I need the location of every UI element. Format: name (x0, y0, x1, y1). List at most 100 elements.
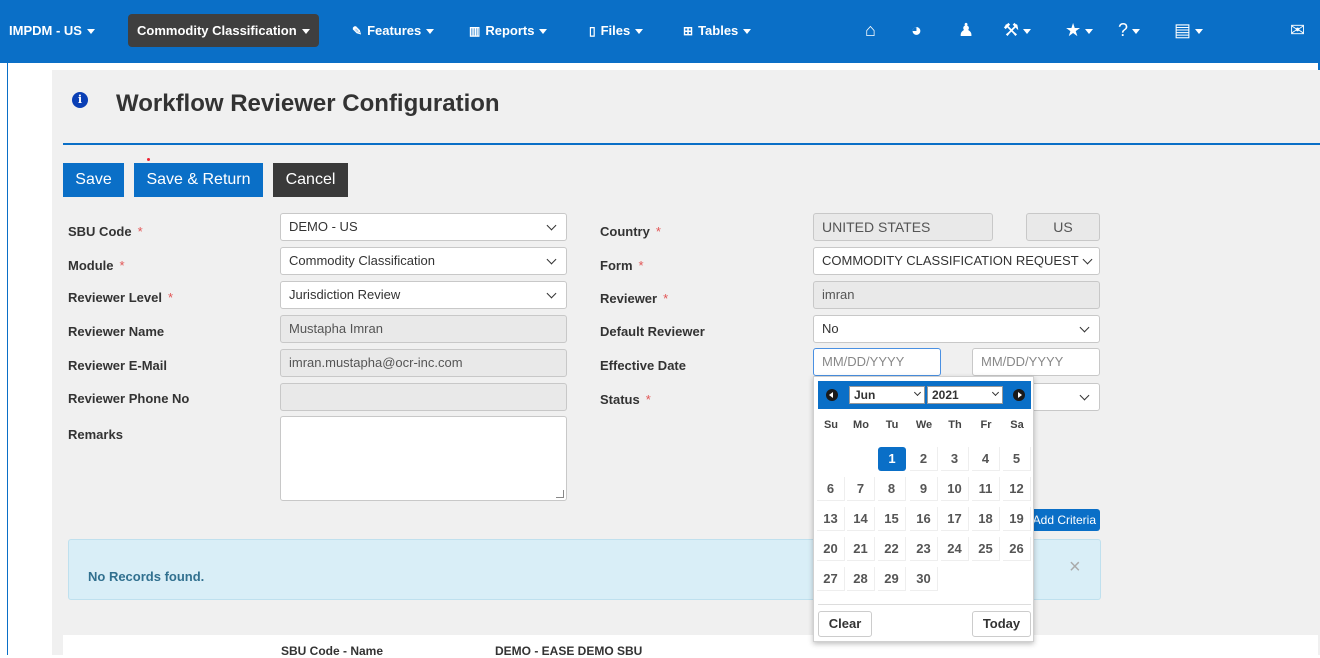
next-month-icon[interactable] (1013, 389, 1025, 401)
month-select[interactable]: Jun (849, 386, 925, 404)
save-button[interactable]: Save (63, 163, 124, 197)
required-mark: * (638, 258, 644, 273)
effective-date-to-input[interactable]: MM/DD/YYYY (972, 348, 1100, 376)
title-divider (63, 143, 1320, 145)
default-reviewer-select[interactable]: No (813, 315, 1100, 343)
weekday-mo: Mo (853, 419, 869, 431)
day-cell-9[interactable]: 9 (910, 477, 938, 501)
reviewer-level-select[interactable]: Jurisdiction Review (280, 281, 567, 309)
caret-down-icon (426, 29, 435, 35)
nav-app-label: IMPDM - US (9, 23, 82, 38)
day-cell-5[interactable]: 5 (1003, 447, 1031, 471)
info-icon[interactable]: i (72, 92, 88, 108)
caret-down-icon (301, 29, 310, 35)
chevron-down-icon (913, 388, 922, 397)
day-cell-18[interactable]: 18 (972, 507, 1000, 531)
day-cell-26[interactable]: 26 (1003, 537, 1031, 561)
caret-down-icon (1132, 28, 1141, 34)
day-cell-13[interactable]: 13 (817, 507, 845, 531)
year-select[interactable]: 2021 (927, 386, 1003, 404)
day-cell-28[interactable]: 28 (847, 567, 875, 591)
day-cell-24[interactable]: 24 (941, 537, 969, 561)
add-criteria-button[interactable]: Add Criteria (1030, 509, 1100, 531)
nav-features[interactable]: ✎ Features (352, 14, 435, 47)
day-cell-21[interactable]: 21 (847, 537, 875, 561)
dashboard-icon[interactable]: ◕ (911, 14, 922, 47)
remarks-textarea[interactable] (280, 416, 567, 501)
save-return-button[interactable]: Save & Return (134, 163, 263, 197)
bar-chart-icon: ▥ (469, 24, 481, 38)
reviewer-field[interactable]: imran (813, 281, 1100, 309)
prev-month-icon[interactable] (826, 389, 838, 401)
form-value: COMMODITY CLASSIFICATION REQUEST (822, 253, 1079, 268)
status-select[interactable] (1030, 383, 1100, 411)
close-icon[interactable]: × (1069, 556, 1081, 579)
day-cell-23[interactable]: 23 (910, 537, 938, 561)
weekday-sa: Sa (1010, 419, 1024, 431)
envelope-icon[interactable]: ✉ (1290, 14, 1305, 47)
status-label-text: Status (600, 392, 640, 407)
cancel-button[interactable]: Cancel (273, 163, 348, 197)
wrench-icon[interactable]: ⚒ (1003, 14, 1032, 47)
day-cell-29[interactable]: 29 (878, 567, 906, 591)
resize-handle-icon[interactable] (556, 490, 564, 498)
caret-down-icon (1195, 28, 1204, 34)
day-cell-20[interactable]: 20 (817, 537, 845, 561)
module-select[interactable]: Commodity Classification (280, 247, 567, 275)
day-cell-12[interactable]: 12 (1003, 477, 1031, 501)
caret-down-icon (635, 29, 644, 35)
day-cell-7[interactable]: 7 (847, 477, 875, 501)
day-cell-8[interactable]: 8 (878, 477, 906, 501)
day-cell-27[interactable]: 27 (817, 567, 845, 591)
form-select[interactable]: COMMODITY CLASSIFICATION REQUEST (813, 247, 1100, 275)
bell-icon[interactable]: ♟ (958, 14, 974, 47)
caret-down-icon (1085, 28, 1094, 34)
day-cell-4[interactable]: 4 (972, 447, 1000, 471)
sbu-code-select[interactable]: DEMO - US (280, 213, 567, 241)
day-cell-19[interactable]: 19 (1003, 507, 1031, 531)
country-field[interactable]: UNITED STATES (813, 213, 993, 241)
home-icon[interactable]: ⌂ (865, 14, 876, 47)
reviewer-level-label-text: Reviewer Level (68, 290, 162, 305)
form-label-text: Form (600, 258, 633, 273)
day-cell-22[interactable]: 22 (878, 537, 906, 561)
reviewer-name-label: Reviewer Name (68, 324, 165, 339)
reviewer-email-field[interactable]: imran.mustapha@ocr-inc.com (280, 349, 567, 377)
nav-files[interactable]: ▯ Files (589, 14, 644, 47)
weekday-fr: Fr (980, 419, 992, 431)
module-value: Commodity Classification (289, 253, 435, 268)
help-icon[interactable]: ? (1118, 14, 1141, 47)
day-cell-25[interactable]: 25 (972, 537, 1000, 561)
day-cell-17[interactable]: 17 (941, 507, 969, 531)
caret-down-icon (539, 29, 548, 35)
nav-features-label: Features (367, 23, 422, 38)
day-cell-6[interactable]: 6 (817, 477, 845, 501)
day-cell-15[interactable]: 15 (878, 507, 906, 531)
day-cell-1[interactable]: 1 (878, 447, 906, 471)
datepicker-divider (818, 604, 1031, 605)
country-code-field[interactable]: US (1026, 213, 1100, 241)
nav-app-menu[interactable]: IMPDM - US (9, 14, 95, 47)
form-label: Form * (600, 258, 644, 273)
clear-button[interactable]: Clear (818, 611, 872, 637)
day-cell-30[interactable]: 30 (910, 567, 938, 591)
weekday-we: We (915, 419, 933, 431)
day-cell-3[interactable]: 3 (941, 447, 969, 471)
day-cell-11[interactable]: 11 (972, 477, 1000, 501)
nav-reports[interactable]: ▥ Reports (469, 14, 548, 47)
nav-commodity-classification[interactable]: Commodity Classification (128, 14, 319, 47)
day-cell-10[interactable]: 10 (941, 477, 969, 501)
reviewer-phone-field[interactable] (280, 383, 567, 411)
book-icon[interactable]: ▤ (1174, 14, 1204, 47)
month-value: Jun (854, 388, 876, 402)
today-button[interactable]: Today (972, 611, 1031, 637)
day-cell-14[interactable]: 14 (847, 507, 875, 531)
effective-date-from-input[interactable]: MM/DD/YYYY (813, 348, 941, 376)
required-mark: * (167, 290, 174, 305)
nav-tables[interactable]: ⊞ Tables (683, 14, 752, 47)
star-icon[interactable]: ★ (1065, 14, 1094, 47)
reviewer-name-field[interactable]: Mustapha Imran (280, 315, 567, 343)
reviewer-label: Reviewer * (600, 291, 668, 306)
day-cell-16[interactable]: 16 (910, 507, 938, 531)
day-cell-2[interactable]: 2 (910, 447, 938, 471)
